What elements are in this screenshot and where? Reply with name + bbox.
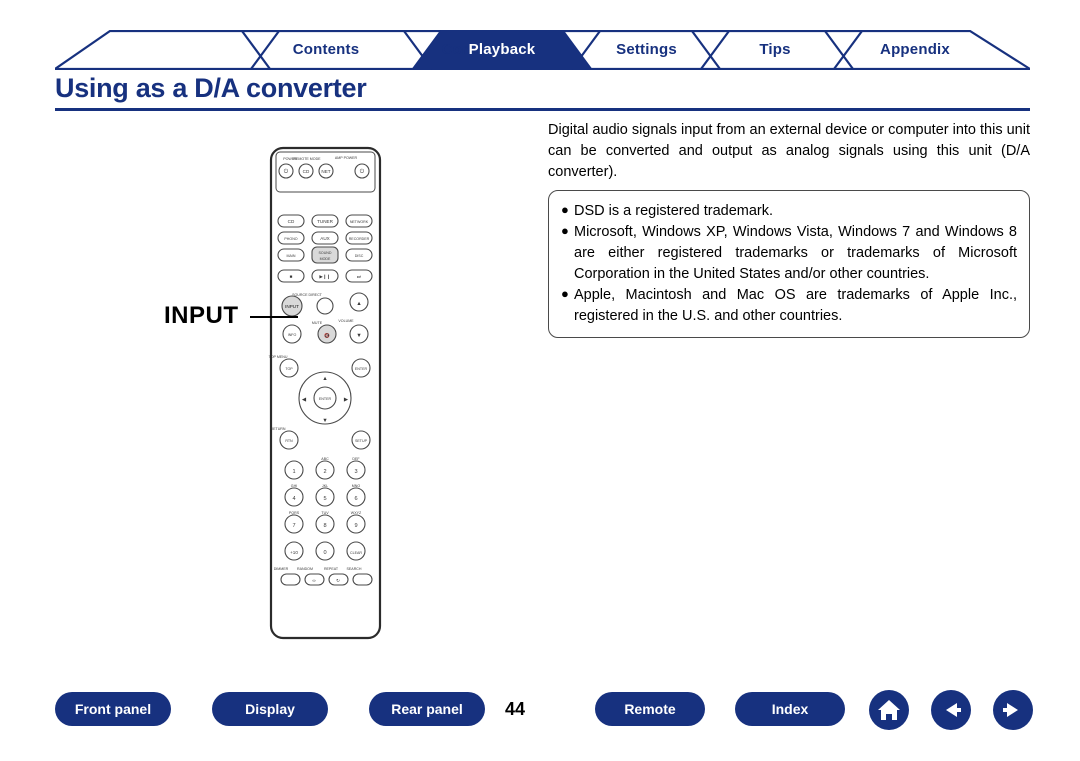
svg-text:REMOTE MODE: REMOTE MODE (293, 157, 321, 161)
svg-text:PQRS: PQRS (289, 511, 300, 515)
svg-text:JKL: JKL (322, 484, 328, 488)
svg-text:WXYZ: WXYZ (351, 511, 362, 515)
svg-text:0: 0 (323, 550, 326, 556)
svg-text:⏻: ⏻ (284, 168, 289, 175)
svg-text:SEARCH: SEARCH (347, 567, 362, 571)
svg-text:PHONO: PHONO (284, 237, 297, 241)
home-icon (878, 700, 900, 720)
callout-leader-line (250, 316, 298, 318)
bullet-icon: ● (561, 286, 569, 302)
svg-text:9: 9 (354, 523, 357, 529)
svg-text:RANDOM: RANDOM (297, 567, 313, 571)
note-text: DSD is a registered trademark. (574, 203, 774, 219)
svg-text:AMP POWER: AMP POWER (335, 156, 358, 160)
top-navigation-tabs: Contents Connections Playback Settings T… (55, 30, 1030, 70)
svg-text:TOP: TOP (285, 367, 293, 371)
forward-button[interactable] (993, 690, 1033, 730)
svg-text:MUTE: MUTE (312, 321, 323, 325)
svg-text:▲: ▲ (322, 376, 328, 382)
svg-text:RETURN: RETURN (271, 427, 286, 431)
svg-text:MODE: MODE (320, 257, 331, 261)
tab-playback[interactable]: Playback (421, 30, 583, 70)
arrow-left-icon (946, 703, 961, 717)
svg-text:GHI: GHI (291, 484, 297, 488)
home-button[interactable] (869, 690, 909, 730)
input-callout-label: INPUT (164, 302, 239, 329)
svg-text:■: ■ (290, 274, 293, 279)
tab-tips[interactable]: Tips (710, 30, 840, 70)
note-text: Apple, Macintosh and Mac OS are trademar… (574, 287, 1017, 325)
svg-text:DISC: DISC (355, 254, 364, 258)
svg-text:CD: CD (288, 219, 295, 224)
svg-text:INPUT: INPUT (285, 304, 299, 309)
footer-button-front-panel[interactable]: Front panel (55, 692, 171, 726)
svg-text:7: 7 (292, 523, 295, 529)
svg-text:MNO: MNO (352, 484, 361, 488)
bullet-icon: ● (561, 223, 569, 239)
svg-text:6: 6 (354, 496, 357, 502)
svg-text:🔇: 🔇 (324, 332, 330, 339)
remote-control-illustration: INPUT .rbody { fill:#ffffff; stroke:#2b2… (150, 130, 530, 650)
title-divider (55, 108, 1030, 111)
note-item: ● Apple, Macintosh and Mac OS are tradem… (561, 285, 1017, 327)
intro-paragraph: Digital audio signals input from an exte… (548, 122, 1030, 181)
note-item: ● DSD is a registered trademark. (561, 201, 1017, 222)
svg-text:◀: ◀ (302, 397, 307, 403)
svg-text:⏻: ⏻ (360, 168, 365, 175)
svg-text:CLEAR: CLEAR (350, 551, 362, 555)
svg-text:SOUND: SOUND (319, 251, 332, 255)
svg-text:INFO: INFO (288, 333, 297, 337)
svg-text:DIMMER: DIMMER (274, 567, 289, 571)
svg-text:⏭: ⏭ (357, 274, 361, 279)
note-item: ● Microsoft, Windows XP, Windows Vista, … (561, 222, 1017, 285)
svg-text:RECORDER: RECORDER (349, 237, 370, 241)
svg-text:8: 8 (323, 523, 326, 529)
svg-text:1: 1 (292, 469, 295, 475)
svg-text:REPEAT: REPEAT (324, 567, 339, 571)
tab-settings[interactable]: Settings (580, 30, 713, 70)
tab-appendix[interactable]: Appendix (845, 30, 985, 70)
svg-text:TOP MENU: TOP MENU (269, 355, 288, 359)
arrow-right-icon (1003, 703, 1018, 717)
svg-text:5: 5 (323, 496, 326, 502)
svg-text:ENTER: ENTER (355, 367, 368, 371)
back-button[interactable] (931, 690, 971, 730)
svg-text:▶: ▶ (344, 397, 349, 403)
trademark-note-box: ● DSD is a registered trademark. ● Micro… (548, 190, 1030, 339)
svg-text:▲: ▲ (356, 301, 362, 307)
svg-text:NETWORK: NETWORK (350, 220, 369, 224)
svg-text:▼: ▼ (356, 333, 362, 339)
footer-button-remote[interactable]: Remote (595, 692, 705, 726)
svg-text:↻: ↻ (336, 578, 340, 583)
page-number: 44 (504, 699, 526, 719)
svg-text:2: 2 (323, 469, 326, 475)
svg-text:RTN: RTN (285, 439, 293, 443)
svg-text:DEF: DEF (352, 457, 360, 461)
svg-text:ENTER: ENTER (319, 397, 332, 401)
svg-text:SOURCE DIRECT: SOURCE DIRECT (292, 293, 323, 297)
svg-text:SETUP: SETUP (355, 439, 368, 443)
svg-text:3: 3 (354, 469, 357, 475)
tab-contents[interactable]: Contents (251, 30, 401, 70)
page-title: Using as a D/A converter (55, 73, 367, 103)
svg-text:CD: CD (303, 169, 310, 174)
svg-text:TUV: TUV (321, 511, 329, 515)
svg-text:TUNER: TUNER (317, 219, 334, 224)
svg-text:∞: ∞ (312, 578, 315, 583)
footer-button-display[interactable]: Display (212, 692, 328, 726)
svg-text:AUX: AUX (320, 236, 329, 241)
footer-button-index[interactable]: Index (735, 692, 845, 726)
remote-svg: .rbody { fill:#ffffff; stroke:#2b2b2b; s… (269, 146, 382, 640)
bullet-icon: ● (561, 202, 569, 217)
svg-text:+10: +10 (290, 550, 298, 555)
svg-text:MAIN: MAIN (287, 254, 296, 258)
svg-text:NET: NET (321, 169, 330, 174)
svg-text:▼: ▼ (322, 418, 328, 424)
footer-button-rear-panel[interactable]: Rear panel (369, 692, 485, 726)
svg-text:ABC: ABC (321, 457, 329, 461)
note-text: Microsoft, Windows XP, Windows Vista, Wi… (574, 224, 1017, 283)
svg-text:VOLUME: VOLUME (338, 319, 354, 323)
svg-text:4: 4 (292, 496, 295, 502)
